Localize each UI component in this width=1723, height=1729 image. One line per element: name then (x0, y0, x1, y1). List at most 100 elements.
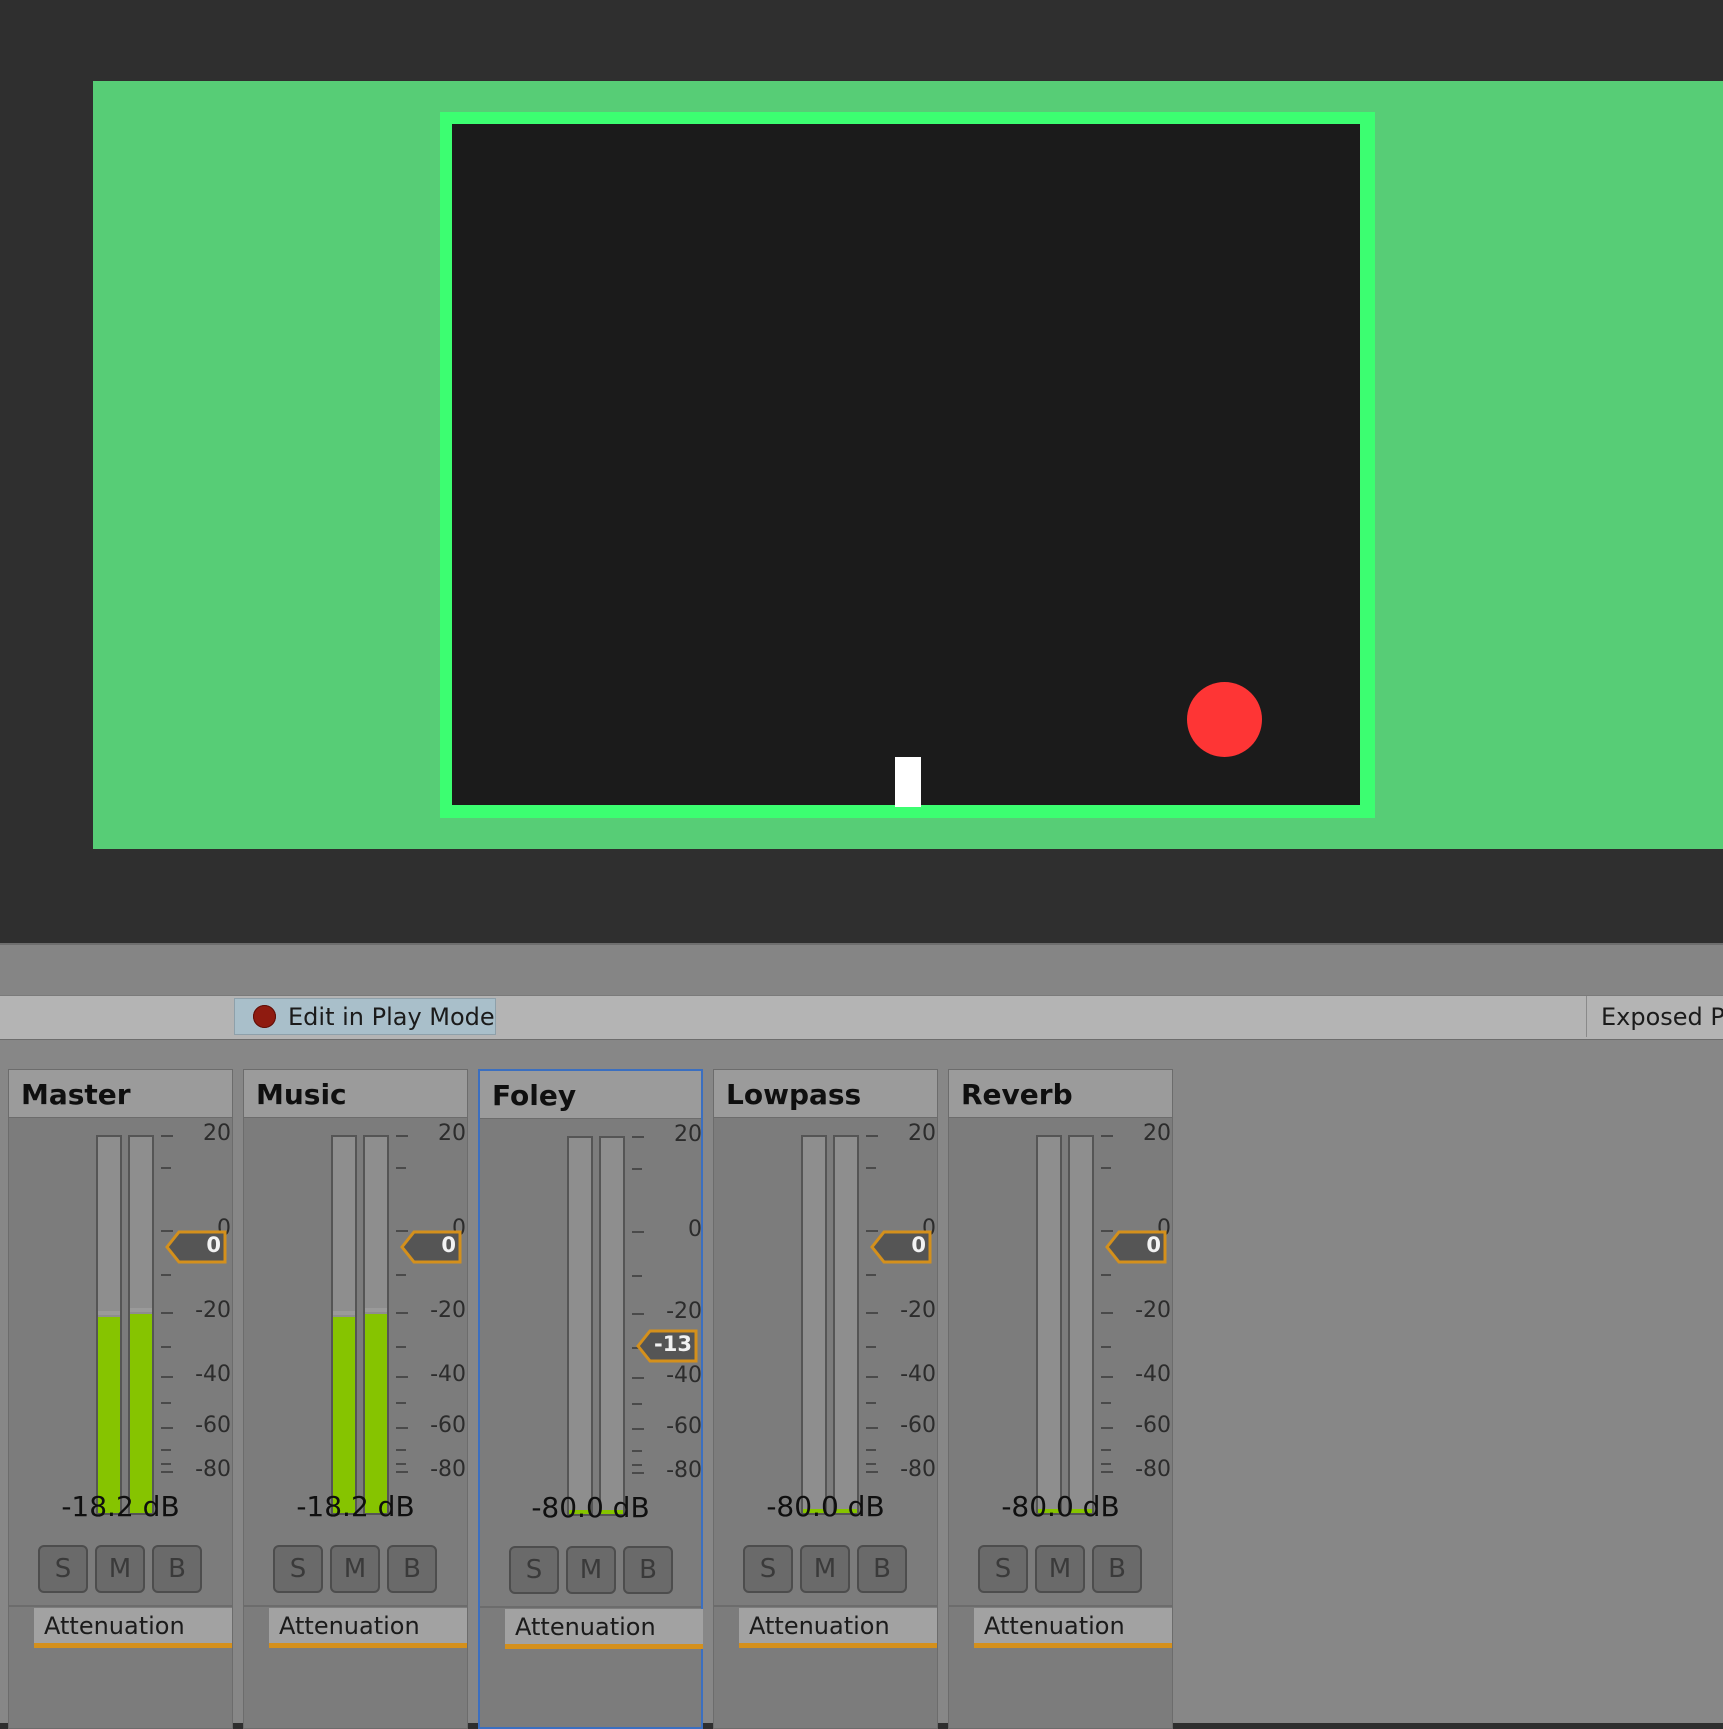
bypass-button[interactable]: B (623, 1546, 673, 1594)
effects-divider (714, 1605, 937, 1607)
effects-divider (9, 1605, 232, 1607)
meter-peak-marker (333, 1311, 355, 1315)
solo-button[interactable]: S (743, 1545, 793, 1593)
scale-minor-tick (1101, 1449, 1111, 1451)
scale-label: -80 (1135, 1457, 1171, 1482)
effect-slot-attenuation[interactable]: Attenuation (505, 1609, 703, 1649)
scale-minor-tick (866, 1167, 876, 1169)
fader-value: 0 (1146, 1233, 1161, 1257)
level-meter-left (96, 1135, 122, 1515)
level-meter-left (331, 1135, 357, 1515)
scale-label: -80 (195, 1457, 231, 1482)
scale-minor-tick (396, 1402, 406, 1404)
effect-slot-attenuation[interactable]: Attenuation (269, 1608, 467, 1648)
strip-name: Music (256, 1078, 347, 1111)
effect-slot-attenuation[interactable]: Attenuation (974, 1608, 1172, 1648)
scale-label: -60 (1135, 1413, 1171, 1438)
strip-name: Foley (492, 1079, 577, 1112)
volume-db-readout: -80.0 dB (531, 1491, 650, 1524)
scale-label: -40 (195, 1362, 231, 1387)
exposed-parameters-button[interactable]: Exposed Pa (1586, 996, 1723, 1037)
volume-db-readout: -18.2 dB (61, 1490, 180, 1523)
level-meter-right (599, 1136, 625, 1516)
scale-minor-tick (161, 1463, 171, 1465)
scale-label: -80 (666, 1458, 702, 1483)
strip-name: Master (21, 1078, 131, 1111)
mixer-strip-lowpass[interactable]: Lowpass 20 0 -20 -40 -60 -80 0 -80.0 dB S M B Attenu… (713, 1069, 938, 1729)
mute-button[interactable]: M (566, 1546, 616, 1594)
scale-minor-tick (866, 1346, 876, 1348)
mixer-strip-foley[interactable]: Foley 20 0 -20 -40 -60 -80 -13 -80.0 dB S M B Attenu… (478, 1069, 703, 1729)
strip-header[interactable]: Master (9, 1070, 232, 1118)
solo-button[interactable]: S (273, 1545, 323, 1593)
scale-label: -20 (195, 1298, 231, 1323)
effects-divider (244, 1605, 467, 1607)
scale-label: 20 (203, 1121, 231, 1146)
mixer-strip-music[interactable]: Music 20 0 -20 -40 -60 -80 0 -18.2 dB S M B Attenuat… (243, 1069, 468, 1729)
scale-minor-tick (1101, 1463, 1111, 1465)
effect-label: Attenuation (515, 1613, 656, 1641)
scale-minor-tick (632, 1275, 642, 1277)
scale-minor-tick (632, 1403, 642, 1405)
level-meter-right (833, 1135, 859, 1515)
scale-minor-tick (1101, 1274, 1111, 1276)
strip-header[interactable]: Reverb (949, 1070, 1172, 1118)
volume-fader-handle[interactable]: 0 (165, 1230, 227, 1264)
fader-value: 0 (911, 1233, 926, 1257)
ball (1187, 682, 1262, 757)
mute-button[interactable]: M (95, 1545, 145, 1593)
scale-minor-tick (396, 1167, 406, 1169)
record-icon (253, 1005, 276, 1028)
scale-minor-tick (866, 1274, 876, 1276)
scale-label: -40 (430, 1362, 466, 1387)
scale-label: -20 (1135, 1298, 1171, 1323)
level-meter-right (1068, 1135, 1094, 1515)
scale-minor-tick (161, 1274, 171, 1276)
mute-button[interactable]: M (330, 1545, 380, 1593)
mixer-header-bar (0, 943, 1723, 997)
solo-button[interactable]: S (978, 1545, 1028, 1593)
solo-button[interactable]: S (509, 1546, 559, 1594)
scale-minor-tick (396, 1449, 406, 1451)
scale-label: -80 (430, 1457, 466, 1482)
edit-in-play-mode-label: Edit in Play Mode (288, 1002, 495, 1031)
effect-slot-attenuation[interactable]: Attenuation (739, 1608, 937, 1648)
scale-minor-tick (1101, 1167, 1111, 1169)
effect-slot-attenuation[interactable]: Attenuation (34, 1608, 232, 1648)
strip-name: Reverb (961, 1078, 1073, 1111)
bypass-button[interactable]: B (857, 1545, 907, 1593)
scale-minor-tick (866, 1449, 876, 1451)
scale-label: -20 (666, 1299, 702, 1324)
scale-label: -60 (195, 1413, 231, 1438)
strip-header[interactable]: Foley (480, 1071, 701, 1119)
strip-header[interactable]: Lowpass (714, 1070, 937, 1118)
scale-minor-tick (161, 1167, 171, 1169)
bypass-button[interactable]: B (1092, 1545, 1142, 1593)
scale-label: -60 (666, 1414, 702, 1439)
mixer-strip-master[interactable]: Master 20 0 -20 -40 -60 -80 0 -18.2 dB S M B Attenua… (8, 1069, 233, 1729)
volume-db-readout: -18.2 dB (296, 1490, 415, 1523)
scale-label: -60 (430, 1413, 466, 1438)
scale-minor-tick (632, 1168, 642, 1170)
mute-button[interactable]: M (800, 1545, 850, 1593)
volume-fader-handle[interactable]: 0 (400, 1230, 462, 1264)
scale-minor-tick (161, 1346, 171, 1348)
scale-minor-tick (161, 1402, 171, 1404)
meter-fill (333, 1317, 355, 1513)
meter-fill (130, 1314, 152, 1513)
volume-fader-handle[interactable]: -13 (636, 1329, 698, 1363)
level-meter-left (1036, 1135, 1062, 1515)
mute-button[interactable]: M (1035, 1545, 1085, 1593)
effect-label: Attenuation (44, 1612, 185, 1640)
fader-value: -13 (654, 1332, 692, 1356)
bypass-button[interactable]: B (152, 1545, 202, 1593)
volume-fader-handle[interactable]: 0 (1105, 1230, 1167, 1264)
mixer-strip-reverb[interactable]: Reverb 20 0 -20 -40 -60 -80 0 -80.0 dB S M B Attenua… (948, 1069, 1173, 1729)
strip-header[interactable]: Music (244, 1070, 467, 1118)
edit-in-play-mode-button[interactable]: Edit in Play Mode (234, 998, 496, 1035)
solo-button[interactable]: S (38, 1545, 88, 1593)
scale-label: 20 (1143, 1121, 1171, 1146)
scale-minor-tick (866, 1463, 876, 1465)
volume-fader-handle[interactable]: 0 (870, 1230, 932, 1264)
bypass-button[interactable]: B (387, 1545, 437, 1593)
